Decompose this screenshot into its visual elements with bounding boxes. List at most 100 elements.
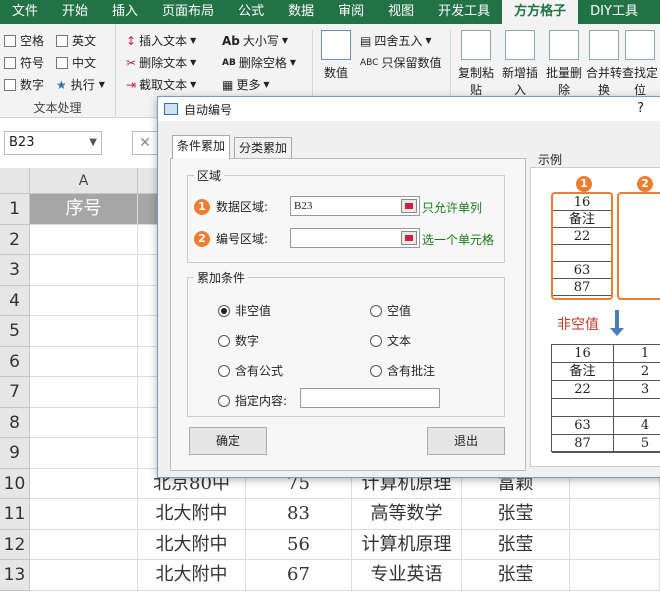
checkbox-english[interactable]: 英文 <box>56 32 96 49</box>
sheet-cell[interactable]: 56 <box>246 529 352 560</box>
sheet-cell[interactable]: 张莹 <box>462 529 570 560</box>
sheet-cell[interactable]: 北大附中 <box>138 560 246 591</box>
help-button[interactable]: ? <box>637 101 644 116</box>
tab-category-accumulate[interactable]: 分类累加 <box>234 137 293 159</box>
ribbon-tab[interactable]: 视图 <box>376 0 426 24</box>
sheet-cell[interactable]: 专业英语 <box>352 560 462 591</box>
sheet-cell[interactable] <box>570 499 660 530</box>
sheet-cell[interactable] <box>30 407 138 438</box>
sheet-cell[interactable] <box>570 529 660 560</box>
keep-value-icon: ABC <box>360 57 379 68</box>
row-header[interactable]: 6 <box>0 346 30 377</box>
tab-condition-accumulate[interactable]: 条件累加 <box>172 135 231 159</box>
row-header[interactable]: 3 <box>0 255 30 286</box>
dialog-title-bar: 自动编号 ? <box>158 97 660 121</box>
row-header[interactable]: 2 <box>0 224 30 255</box>
range-picker-icon[interactable] <box>401 231 417 245</box>
delete-text-button[interactable]: ✂ 删除文本 ▼ <box>126 54 196 71</box>
radio-empty[interactable]: 空值 <box>370 302 411 319</box>
row-header[interactable]: 5 <box>0 316 30 347</box>
row-header[interactable]: 4 <box>0 285 30 316</box>
radio-label: 数字 <box>235 334 260 348</box>
checkbox-chinese[interactable]: 中文 <box>56 54 96 71</box>
row-header[interactable]: 1 <box>0 194 30 225</box>
name-box[interactable]: B23 ▼ <box>4 131 102 155</box>
sheet-cell[interactable]: 张莹 <box>462 499 570 530</box>
row-header[interactable]: 13 <box>0 560 30 591</box>
sheet-cell[interactable]: 北大附中 <box>138 529 246 560</box>
radio-has-formula[interactable]: 含有公式 <box>218 362 283 379</box>
checkbox-space[interactable]: 空格 <box>4 32 44 49</box>
row-header[interactable]: 11 <box>0 499 30 530</box>
delete-space-button[interactable]: AB 删除空格 ▼ <box>222 54 296 71</box>
ribbon-tab[interactable]: 文件 <box>0 0 50 24</box>
sheet-cell[interactable] <box>570 560 660 591</box>
example-source-cell <box>553 245 611 262</box>
extract-text-button[interactable]: ⇥ 截取文本 ▼ <box>126 76 196 93</box>
radio-label: 空值 <box>387 304 412 318</box>
ok-button[interactable]: 确定 <box>189 427 267 455</box>
ribbon-tab[interactable]: 数据 <box>276 0 326 24</box>
example-badge-2: 2 <box>637 176 653 192</box>
more-button[interactable]: ▦ 更多 ▼ <box>222 76 270 93</box>
ribbon-tab[interactable]: DIY工具 <box>578 0 650 24</box>
sheet-cell[interactable]: 张莹 <box>462 560 570 591</box>
radio-number[interactable]: 数字 <box>218 332 259 349</box>
radio-non-empty[interactable]: 非空值 <box>218 302 271 319</box>
number-area-input[interactable] <box>290 228 420 248</box>
sheet-cell[interactable] <box>30 468 138 499</box>
checkbox-number[interactable]: 数字 <box>4 76 44 93</box>
sheet-cell[interactable]: 高等数学 <box>352 499 462 530</box>
sheet-cell[interactable]: 北大附中 <box>138 499 246 530</box>
sheet-cell[interactable] <box>30 285 138 316</box>
ribbon-tab[interactable]: 插入 <box>100 0 150 24</box>
radio-custom[interactable]: 指定内容: <box>218 392 287 409</box>
button-label: 更多 <box>236 78 261 92</box>
chevron-down-icon: ▼ <box>190 58 197 67</box>
round-button[interactable]: ▤ 四舍五入 ▼ <box>360 32 432 49</box>
sheet-cell[interactable]: 计算机原理 <box>352 529 462 560</box>
cancel-formula-icon[interactable]: ✕ <box>132 131 158 155</box>
insert-text-button[interactable]: ↕ 插入文本 ▼ <box>126 32 196 49</box>
radio-circle <box>218 394 230 407</box>
sheet-cell[interactable] <box>30 255 138 286</box>
checkbox-symbol[interactable]: 符号 <box>4 54 44 71</box>
ribbon-tab[interactable]: 方方格子 <box>502 0 579 24</box>
ribbon-tab[interactable]: 公式 <box>226 0 276 24</box>
ribbon-tab[interactable]: 开始 <box>50 0 100 24</box>
radio-text[interactable]: 文本 <box>370 332 411 349</box>
button-label: 数值 <box>323 66 348 80</box>
range-picker-icon[interactable] <box>401 199 417 213</box>
row-header[interactable]: 12 <box>0 529 30 560</box>
exec-button[interactable]: ★ 执行 ▼ <box>56 76 105 93</box>
row-header[interactable]: 8 <box>0 407 30 438</box>
sheet-cell[interactable] <box>30 346 138 377</box>
sheet-cell[interactable] <box>30 529 138 560</box>
case-button[interactable]: Ab 大小写 ▼ <box>222 32 288 49</box>
row-header[interactable]: 9 <box>0 438 30 469</box>
sheet-cell[interactable] <box>30 438 138 469</box>
ribbon-tab[interactable]: 开发工具 <box>426 0 502 24</box>
sheet-cell[interactable] <box>30 224 138 255</box>
radio-circle <box>218 334 230 347</box>
column-header-a[interactable]: A <box>30 168 138 194</box>
radio-has-comment[interactable]: 含有批注 <box>370 362 435 379</box>
ribbon-tab[interactable]: 审阅 <box>326 0 376 24</box>
row-header[interactable]: 10 <box>0 468 30 499</box>
custom-content-input[interactable] <box>300 388 440 408</box>
sheet-cell[interactable] <box>30 560 138 591</box>
data-area-input[interactable]: B23 <box>290 196 420 216</box>
sheet-cell[interactable]: 序号 <box>30 194 138 225</box>
sheet-cell[interactable] <box>30 316 138 347</box>
example-result-cell: 16 <box>552 345 614 363</box>
sheet-cell[interactable]: 67 <box>246 560 352 591</box>
select-all-corner[interactable] <box>0 168 30 194</box>
ribbon-tab[interactable]: 页面布局 <box>150 0 226 24</box>
exit-button[interactable]: 退出 <box>427 427 505 455</box>
sheet-cell[interactable] <box>30 377 138 408</box>
sheet-cell[interactable] <box>30 499 138 530</box>
keep-value-button[interactable]: ABC 只保留数值 <box>360 54 441 71</box>
radio-circle <box>370 304 382 317</box>
row-header[interactable]: 7 <box>0 377 30 408</box>
sheet-cell[interactable]: 83 <box>246 499 352 530</box>
